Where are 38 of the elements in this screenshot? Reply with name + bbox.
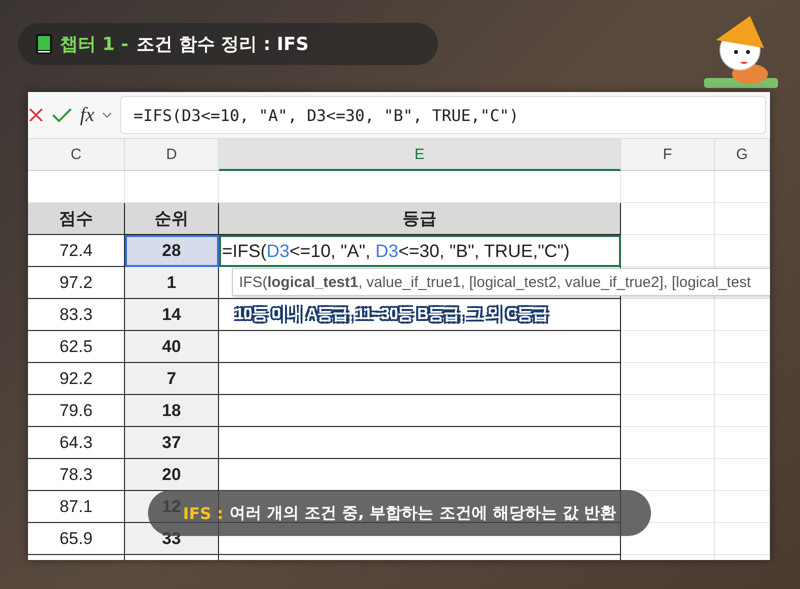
column-header[interactable]: C: [28, 139, 125, 171]
caret-icon[interactable]: [102, 112, 112, 118]
empty-cell: [715, 171, 770, 203]
empty-cell: [715, 395, 770, 427]
table-cell: 1: [125, 267, 219, 299]
formula-field[interactable]: =IFS(D3<=10, "A", D3<=30, "B", TRUE,"C"): [120, 96, 766, 134]
table-cell: 37: [125, 427, 219, 459]
table-cell: 40: [125, 331, 219, 363]
column-header[interactable]: G: [715, 139, 770, 171]
table-cell: 7: [125, 363, 219, 395]
column-header[interactable]: D: [125, 139, 219, 171]
table-cell: 28: [125, 235, 219, 267]
book-icon: [36, 34, 52, 54]
column-header[interactable]: F: [621, 139, 715, 171]
table-cell: 14: [125, 299, 219, 331]
column-header[interactable]: E: [219, 139, 621, 171]
checkmark-icon[interactable]: [52, 107, 72, 123]
chapter-label: 챕터 1 -: [60, 33, 129, 56]
table-header-cell: 순위: [125, 203, 219, 235]
caption-text: 10등 이내 A등급, 11~30등 B등급, 그 외 C등급: [235, 304, 548, 325]
insert-function-button[interactable]: fx: [80, 104, 94, 126]
subtitle-text: 여러 개의 조건 중, 부합하는 조건에 해당하는 값 반환: [229, 502, 616, 524]
chapter-topic: 조건 함수 정리 : IFS: [136, 33, 309, 56]
cancel-icon[interactable]: [28, 107, 44, 123]
empty-cell: [715, 299, 770, 331]
table-cell: 20: [125, 459, 219, 491]
table-cell: 18: [125, 395, 219, 427]
empty-cell: [715, 235, 770, 267]
table-header-cell: 등급: [219, 203, 621, 235]
empty-cell: [715, 331, 770, 363]
table-header-cell: 점수: [28, 203, 125, 235]
empty-cell: [715, 203, 770, 235]
empty-cell: [715, 363, 770, 395]
empty-cell: [715, 459, 770, 491]
function-tooltip: IFS(logical_test1, value_if_true1, [logical_test2, value_if_true2], [logical_test: [232, 268, 770, 296]
empty-cell: [715, 491, 770, 523]
empty-cell: [715, 427, 770, 459]
cell-edit-field[interactable]: =IFS(D3<=10, "A", D3<=30, "B", TRUE,"C"): [219, 235, 621, 267]
